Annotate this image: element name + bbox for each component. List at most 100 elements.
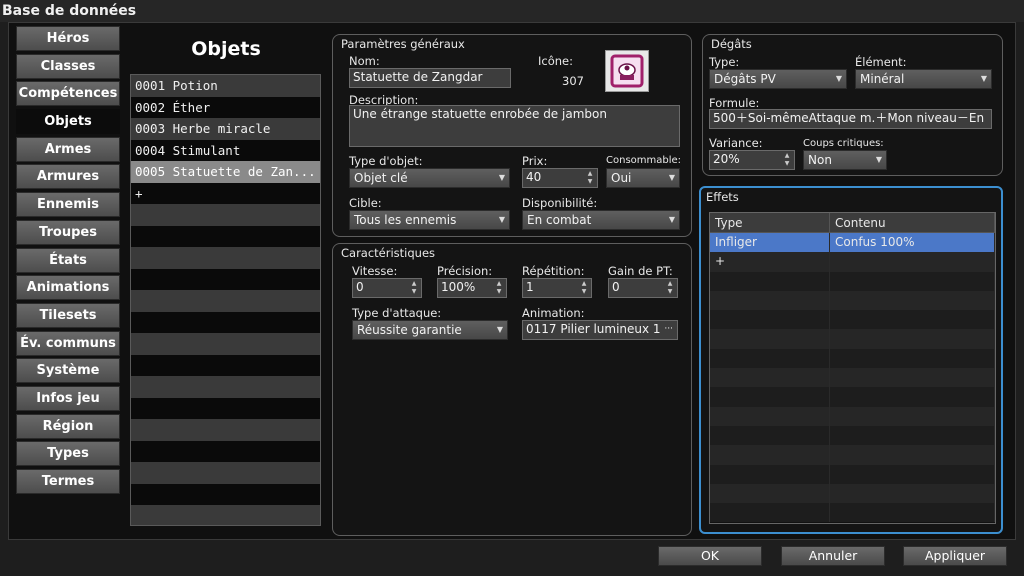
- nav-item[interactable]: Types: [16, 441, 120, 467]
- spin-arrows-icon[interactable]: ▲ ▼: [666, 280, 674, 296]
- list-item[interactable]: [131, 419, 320, 441]
- list-item[interactable]: 0001 Potion: [131, 75, 320, 97]
- effects-title: Effets: [706, 190, 739, 204]
- speed-spinner[interactable]: 0 ▲ ▼: [352, 278, 422, 298]
- list-item[interactable]: [131, 247, 320, 269]
- nav-item[interactable]: Infos jeu: [16, 385, 120, 411]
- variance-spinner[interactable]: 20% ▲ ▼: [709, 150, 795, 170]
- nav-item[interactable]: États: [16, 247, 120, 273]
- effects-table[interactable]: Type Contenu Infliger Confus 100% +: [709, 212, 996, 524]
- list-item[interactable]: 0004 Stimulant: [131, 139, 320, 161]
- table-row[interactable]: [710, 329, 995, 349]
- attack-type-select[interactable]: Réussite garantie ▼: [352, 320, 508, 340]
- nav-item[interactable]: Tilesets: [16, 302, 120, 328]
- description-field[interactable]: Une étrange statuette enrobée de jambon: [349, 105, 680, 147]
- consumable-select[interactable]: Oui ▼: [606, 168, 680, 188]
- nav-item[interactable]: Év. communs: [16, 330, 120, 356]
- chevron-down-icon: ▼: [668, 173, 675, 182]
- nav-item[interactable]: Troupes: [16, 219, 120, 245]
- column-header-content[interactable]: Contenu: [830, 213, 995, 232]
- item-type-select[interactable]: Objet clé ▼: [349, 168, 510, 188]
- table-row[interactable]: [710, 406, 995, 426]
- effect-content-cell: [830, 271, 995, 291]
- effect-type-cell: [710, 368, 830, 388]
- list-item[interactable]: [131, 268, 320, 290]
- table-row[interactable]: +: [710, 252, 995, 272]
- availability-select[interactable]: En combat ▼: [522, 210, 680, 230]
- nav-item[interactable]: Ennemis: [16, 192, 120, 218]
- list-item[interactable]: [131, 440, 320, 462]
- nav-item[interactable]: Héros: [16, 26, 120, 51]
- damage-type-select[interactable]: Dégâts PV ▼: [709, 69, 847, 89]
- nav-item[interactable]: Armures: [16, 164, 120, 190]
- list-item[interactable]: [131, 354, 320, 376]
- spin-arrows-icon[interactable]: ▲ ▼: [410, 280, 418, 296]
- list-item[interactable]: [131, 505, 320, 525]
- variance-label: Variance:: [709, 136, 763, 150]
- statuette-icon[interactable]: [605, 50, 649, 92]
- tp-gain-spinner[interactable]: 0 ▲ ▼: [608, 278, 678, 298]
- effect-type-cell: Infliger: [710, 233, 830, 253]
- list-item[interactable]: 0005 Statuette de Zan...: [131, 161, 320, 183]
- formula-field[interactable]: 500＋Soi-mêmeAttaque m.＋Mon niveau－En: [709, 109, 992, 129]
- item-list[interactable]: 0001 Potion 0002 Éther 0003 Herbe miracle 0…: [130, 74, 321, 526]
- critical-select[interactable]: Non ▼: [803, 150, 887, 170]
- target-select[interactable]: Tous les ennemis ▼: [349, 210, 510, 230]
- spin-arrows-icon[interactable]: ▲ ▼: [586, 170, 594, 186]
- table-row[interactable]: [710, 310, 995, 330]
- table-row[interactable]: [710, 271, 995, 291]
- name-field[interactable]: Statuette de Zangdar: [349, 68, 511, 88]
- effect-content-cell: [830, 503, 995, 523]
- precision-spinner[interactable]: 100% ▲ ▼: [437, 278, 507, 298]
- nav-item[interactable]: Classes: [16, 53, 120, 79]
- cancel-button[interactable]: Annuler: [781, 546, 885, 566]
- nav-item[interactable]: Compétences: [16, 81, 120, 107]
- table-row[interactable]: [710, 387, 995, 407]
- animation-field[interactable]: 0117 Pilier lumineux 1 ···: [522, 320, 678, 340]
- table-row[interactable]: [710, 464, 995, 484]
- table-row[interactable]: Infliger Confus 100%: [710, 233, 995, 253]
- list-item[interactable]: 0003 Herbe miracle: [131, 118, 320, 140]
- list-item[interactable]: [131, 397, 320, 419]
- effect-type-cell: [710, 387, 830, 407]
- apply-button[interactable]: Appliquer: [903, 546, 1007, 566]
- list-item[interactable]: [131, 204, 320, 226]
- list-item[interactable]: 0002 Éther: [131, 96, 320, 118]
- list-item[interactable]: [131, 290, 320, 312]
- nav-item[interactable]: Objets: [16, 109, 120, 135]
- table-row[interactable]: [710, 368, 995, 388]
- list-item[interactable]: [131, 333, 320, 355]
- list-item[interactable]: [131, 376, 320, 398]
- table-row[interactable]: [710, 445, 995, 465]
- list-item[interactable]: [131, 225, 320, 247]
- list-item[interactable]: [131, 462, 320, 484]
- nav-item[interactable]: Termes: [16, 469, 120, 494]
- list-item[interactable]: [131, 483, 320, 505]
- price-label: Prix:: [522, 154, 548, 168]
- repeat-spinner[interactable]: 1 ▲ ▼: [522, 278, 592, 298]
- table-row[interactable]: [710, 290, 995, 311]
- element-select[interactable]: Minéral ▼: [855, 69, 992, 89]
- spin-arrows-icon[interactable]: ▲ ▼: [783, 152, 791, 168]
- spin-arrows-icon[interactable]: ▲ ▼: [495, 280, 503, 296]
- table-row[interactable]: [710, 483, 995, 504]
- ok-button[interactable]: OK: [658, 546, 762, 566]
- table-row[interactable]: [710, 348, 995, 369]
- nav-item[interactable]: Région: [16, 413, 120, 439]
- table-row[interactable]: [710, 425, 995, 446]
- column-header-type[interactable]: Type: [710, 213, 830, 232]
- more-icon[interactable]: ···: [664, 321, 673, 338]
- nav-item[interactable]: Armes: [16, 136, 120, 162]
- effect-content-cell: [830, 329, 995, 349]
- spin-arrows-icon[interactable]: ▲ ▼: [580, 280, 588, 296]
- effects-rows: Infliger Confus 100% +: [710, 233, 995, 523]
- chevron-down-icon: ▼: [835, 74, 842, 83]
- list-item[interactable]: [131, 311, 320, 333]
- nav-item[interactable]: Système: [16, 358, 120, 384]
- list-item[interactable]: +: [131, 182, 320, 204]
- nav-item[interactable]: Animations: [16, 275, 120, 301]
- effect-type-cell: [710, 406, 830, 426]
- price-spinner[interactable]: 40 ▲ ▼: [522, 168, 598, 188]
- formula-label: Formule:: [709, 96, 760, 110]
- table-row[interactable]: [710, 503, 995, 523]
